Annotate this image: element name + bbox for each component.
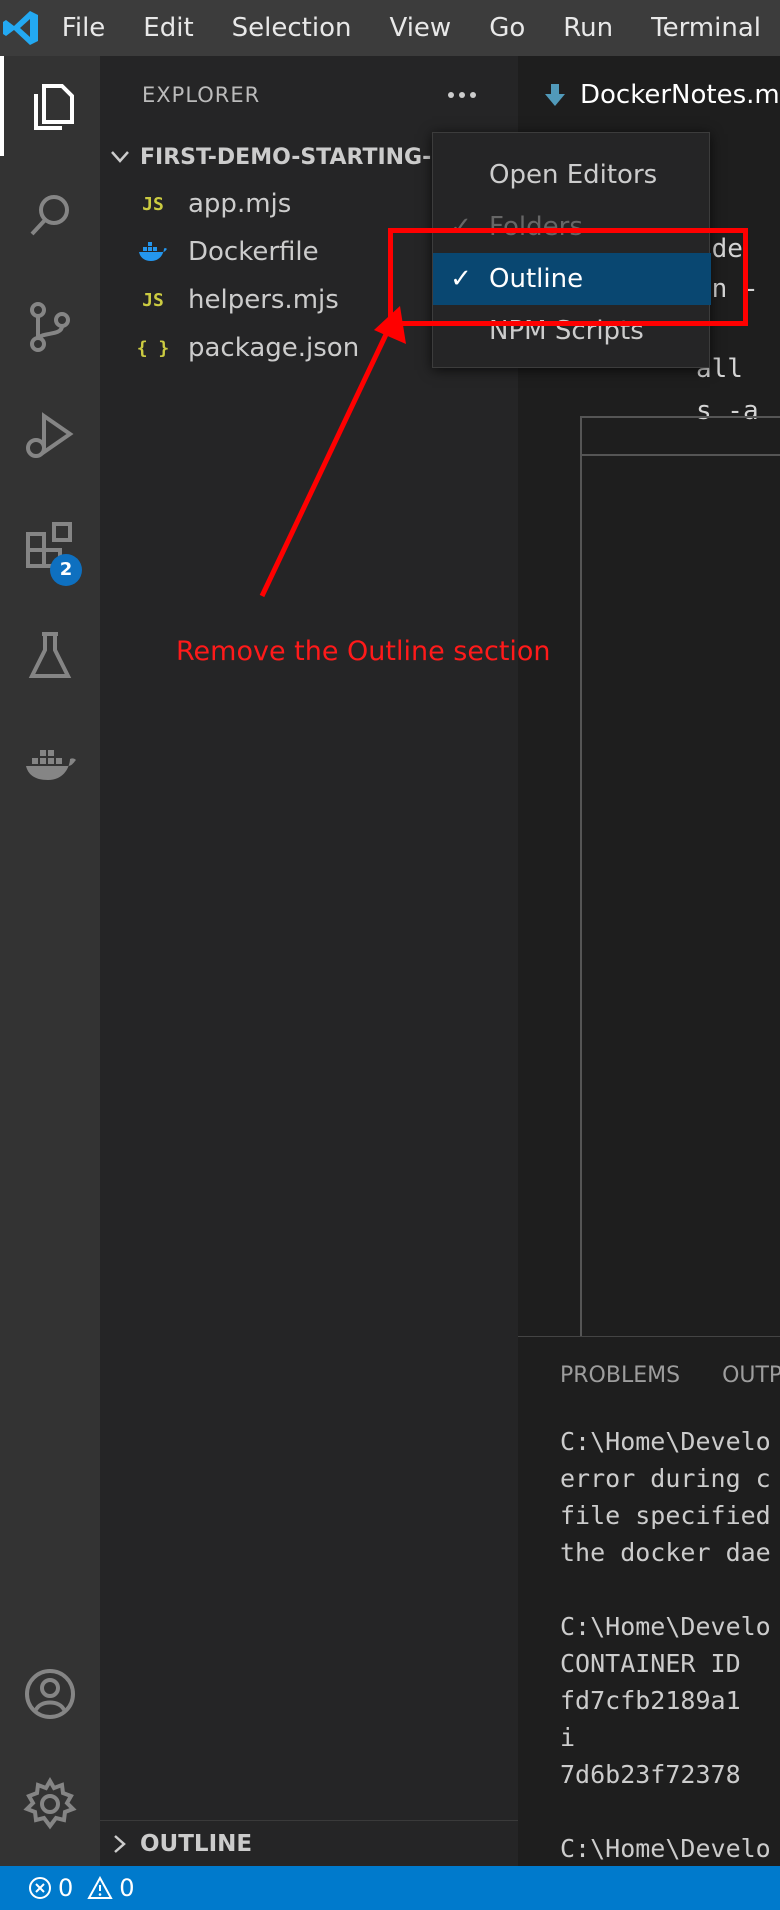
terminal-line: C:\Home\Develo (560, 1427, 771, 1456)
file-label: app.mjs (188, 189, 292, 219)
menu-terminal[interactable]: Terminal (632, 0, 780, 56)
editor-tab[interactable]: DockerNotes.md (518, 56, 780, 134)
panel-tabs: PROBLEMS OUTPU (560, 1337, 780, 1413)
account-icon[interactable] (0, 1644, 100, 1744)
tab-output[interactable]: OUTPU (722, 1363, 780, 1388)
menu-go[interactable]: Go (470, 0, 544, 56)
terminal-line: i (560, 1723, 576, 1752)
title-bar: File Edit Selection View Go Run Terminal (0, 0, 780, 56)
editor-tab-bar: DockerNotes.md (518, 56, 780, 134)
chevron-right-icon (100, 1834, 140, 1854)
outline-section-header[interactable]: OUTLINE (100, 1820, 518, 1866)
settings-gear-icon[interactable] (0, 1754, 100, 1854)
activity-bar: 2 (0, 56, 100, 1866)
terminal-line: fd7cfb2189a1 (560, 1686, 741, 1715)
explorer-icon[interactable] (0, 56, 100, 156)
terminal-line: file specified (560, 1501, 771, 1530)
editor-tab-label: DockerNotes.md (580, 80, 780, 110)
json-file-icon: { } (136, 337, 170, 359)
terminal-line: C:\Home\Develo (560, 1612, 771, 1641)
search-icon[interactable] (0, 166, 100, 266)
status-bar: 0 0 (0, 1866, 780, 1910)
menu-file[interactable]: File (43, 0, 125, 56)
outline-label: OUTLINE (140, 1830, 253, 1857)
terminal-output[interactable]: C:\Home\Develo error during c file specifi… (560, 1423, 771, 1867)
menu-item-label: Open Editors (489, 160, 658, 190)
javascript-file-icon: JS (142, 289, 164, 311)
more-actions-icon[interactable] (440, 80, 484, 110)
testing-icon[interactable] (0, 606, 100, 706)
error-count: 0 (58, 1874, 74, 1902)
extensions-badge: 2 (50, 554, 82, 586)
terminal-line: 7d6b23f72378 (560, 1760, 741, 1789)
annotation-text: Remove the Outline section (176, 636, 551, 667)
docker-icon[interactable] (0, 716, 100, 816)
annotation-arrow (259, 306, 406, 598)
menu-bar: File Edit Selection View Go Run Terminal (43, 0, 780, 56)
docker-file-icon (130, 241, 176, 263)
terminal-line: C:\Home\Develo (560, 1834, 771, 1863)
annotation-highlight-box (388, 228, 748, 326)
chevron-down-icon (100, 150, 140, 164)
menu-view[interactable]: View (370, 0, 470, 56)
terminal-line: error during c (560, 1464, 771, 1493)
sidebar-title: EXPLORER (142, 83, 261, 107)
warning-count: 0 (119, 1874, 135, 1902)
error-icon (29, 1877, 51, 1899)
menu-selection[interactable]: Selection (213, 0, 371, 56)
javascript-file-icon: JS (142, 193, 164, 215)
preview-frame (580, 416, 780, 1336)
warning-icon (87, 1876, 113, 1899)
menu-item-open-editors[interactable]: Open Editors (433, 149, 711, 201)
tab-problems[interactable]: PROBLEMS (560, 1363, 680, 1388)
menu-run[interactable]: Run (544, 0, 632, 56)
bottom-panel: PROBLEMS OUTPU C:\Home\Develo error durin… (518, 1336, 780, 1866)
terminal-line: CONTAINER ID (560, 1649, 741, 1678)
file-label: Dockerfile (188, 237, 319, 267)
run-debug-icon[interactable] (0, 386, 100, 486)
menu-edit[interactable]: Edit (124, 0, 212, 56)
source-control-icon[interactable] (0, 276, 100, 376)
preview-bar (580, 416, 780, 456)
terminal-line: the docker dae (560, 1538, 771, 1567)
problems-status[interactable]: 0 0 (28, 1874, 135, 1902)
vscode-logo-icon (0, 0, 43, 56)
markdown-file-icon (544, 82, 566, 108)
extensions-icon[interactable]: 2 (0, 496, 100, 596)
folder-name: FIRST-DEMO-STARTING-S (140, 144, 440, 170)
